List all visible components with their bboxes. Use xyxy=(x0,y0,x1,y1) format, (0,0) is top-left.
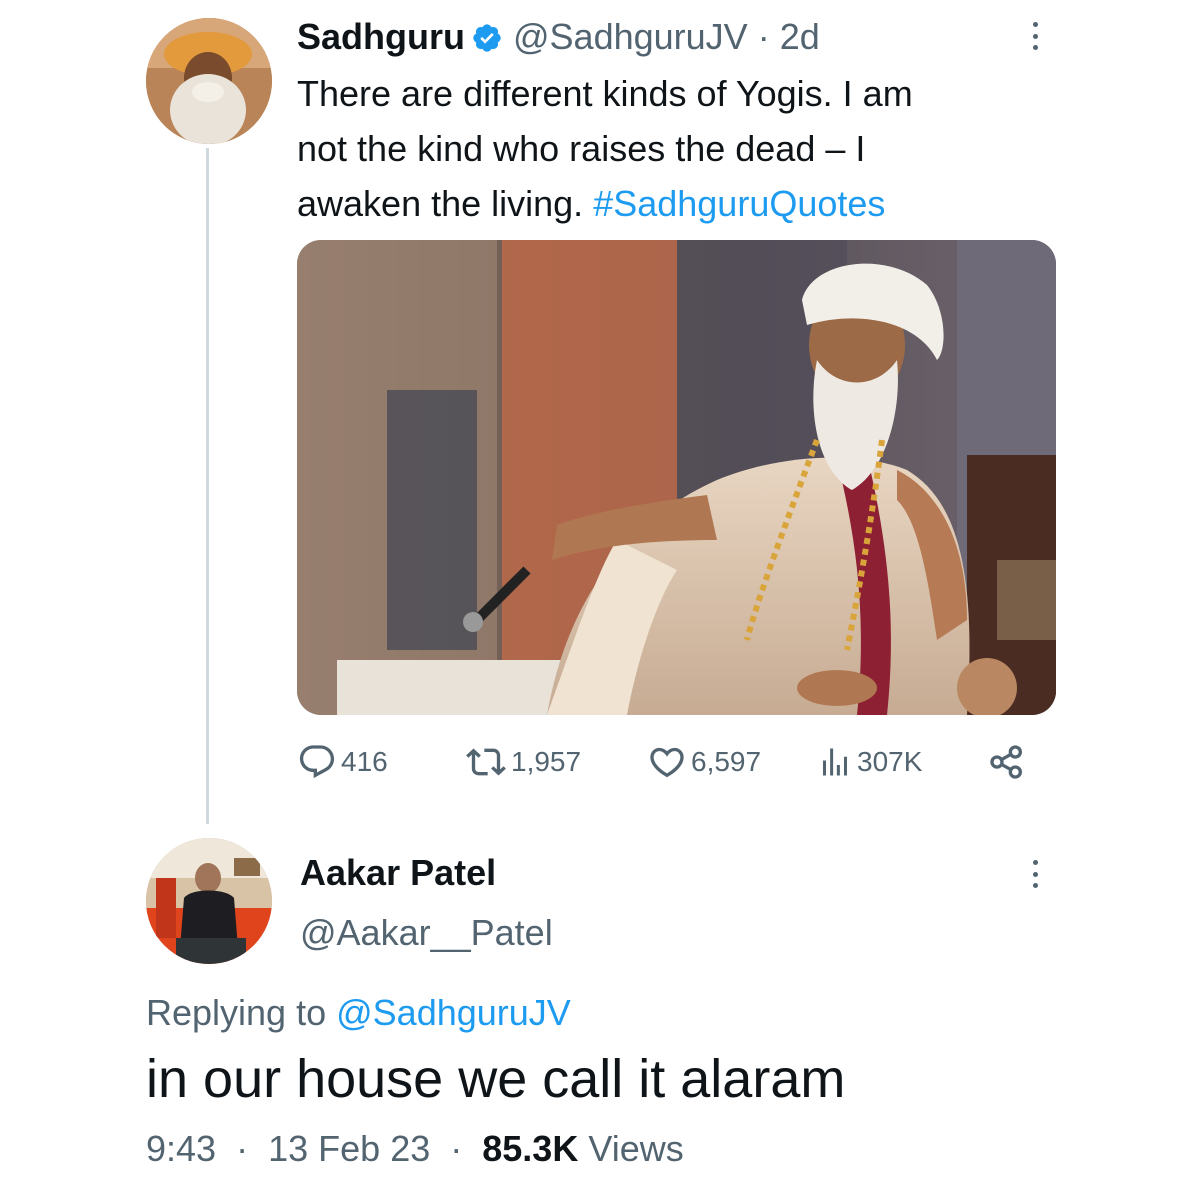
separator-dot: · xyxy=(757,16,770,57)
tweet-text-line: awaken the living. #SadhguruQuotes xyxy=(297,183,886,224)
tweet-text-line: There are different kinds of Yogis. I am xyxy=(297,73,913,114)
thread-line xyxy=(206,148,209,824)
more-options-icon[interactable] xyxy=(1020,16,1050,56)
author-name[interactable]: Sadhguru xyxy=(297,16,465,58)
tweet-text: There are different kinds of Yogis. I am… xyxy=(297,66,1037,231)
avatar[interactable] xyxy=(146,18,272,144)
reply-views-count[interactable]: 85.3K xyxy=(482,1128,578,1169)
tweet-header: Sadhguru @SadhguruJV · 2d xyxy=(297,14,820,60)
reply-text: in our house we call it alaram xyxy=(146,1049,846,1109)
views-count: 307K xyxy=(857,746,923,777)
reply-views-label: Views xyxy=(578,1128,684,1169)
retweet-icon xyxy=(465,742,507,782)
more-options-icon[interactable] xyxy=(1020,854,1050,894)
replying-to-mention[interactable]: @SadhguruJV xyxy=(336,992,571,1033)
tweet-text-line: not the kind who raises the dead – I xyxy=(297,128,866,169)
reply-count: 416 xyxy=(341,746,388,777)
author-handle[interactable]: @SadhguruJV xyxy=(513,16,748,58)
retweet-count: 1,957 xyxy=(511,746,582,777)
reply-author-handle[interactable]: @Aakar__Patel xyxy=(300,912,553,954)
retweet-button[interactable]: 1,957 xyxy=(465,738,581,786)
reply-date[interactable]: 13 Feb 23 xyxy=(268,1128,430,1169)
heart-icon xyxy=(647,742,687,782)
share-button[interactable] xyxy=(987,738,1027,786)
like-count: 6,597 xyxy=(691,746,762,777)
views-chart-icon xyxy=(817,744,853,780)
replying-to-prefix: Replying to xyxy=(146,992,337,1033)
tweet-photo[interactable] xyxy=(297,240,1056,715)
reply-time[interactable]: 9:43 xyxy=(146,1128,216,1169)
reply-meta: 9:43 · 13 Feb 23 · 85.3K Views xyxy=(146,1128,684,1170)
avatar[interactable] xyxy=(146,838,272,964)
reply-button[interactable]: 416 xyxy=(297,738,388,786)
avatar-image xyxy=(146,18,272,144)
share-icon xyxy=(987,742,1027,782)
verified-badge-icon xyxy=(471,21,503,53)
reply-icon xyxy=(297,742,337,782)
views-button[interactable]: 307K xyxy=(817,738,922,786)
hashtag-link[interactable]: #SadhguruQuotes xyxy=(593,183,885,224)
timestamp[interactable]: 2d xyxy=(780,16,820,58)
photo-image xyxy=(297,240,1056,715)
like-button[interactable]: 6,597 xyxy=(647,738,761,786)
separator-dot: · xyxy=(450,1128,463,1169)
replying-to: Replying to @SadhguruJV xyxy=(146,992,571,1034)
reply-author-name[interactable]: Aakar Patel xyxy=(300,852,496,894)
separator-dot: · xyxy=(236,1128,249,1169)
avatar-image xyxy=(146,838,272,964)
tweet-actions: 416 1,957 6,597 307K xyxy=(297,738,1037,786)
